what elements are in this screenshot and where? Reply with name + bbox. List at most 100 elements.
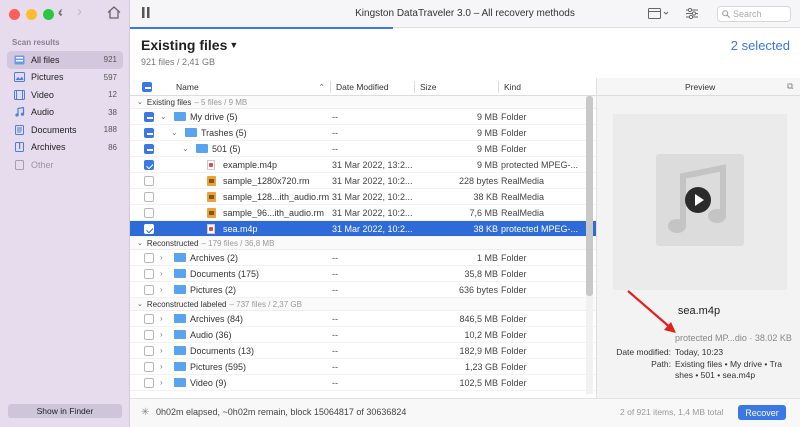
row-checkbox[interactable] <box>144 176 154 186</box>
date-modified: 31 Mar 2022, 10:2... <box>332 176 412 186</box>
group-header[interactable]: ⌄ Reconstructed labeled – 737 files / 2,37… <box>130 298 596 311</box>
sidebar-item-audio[interactable]: Audio 38 <box>7 104 123 122</box>
row-checkbox[interactable] <box>144 160 154 170</box>
path-value-line1: Existing files • My drive • Tra <box>675 359 783 369</box>
chevron-down-icon[interactable]: ⌄ <box>137 239 143 247</box>
row-checkbox[interactable] <box>144 144 154 154</box>
table-row[interactable]: ⌄ 501 (5) -- 9 MB Folder <box>130 141 596 157</box>
file-kind: protected MPEG-... <box>501 224 579 234</box>
status-bar: ✳ 0h02m elapsed, ~0h02m remain, block 15… <box>130 398 800 427</box>
home-icon[interactable] <box>107 6 121 22</box>
table-scrollbar-thumb[interactable] <box>586 96 593 296</box>
group-header[interactable]: ⌄ Existing files – 5 files / 9 MB <box>130 96 596 109</box>
sidebar-item-count: 86 <box>108 142 117 152</box>
row-checkbox[interactable] <box>144 330 154 340</box>
sidebar-item-all-files[interactable]: All files 921 <box>7 51 123 69</box>
window-title: Kingston DataTraveler 3.0 – All recovery… <box>355 8 575 19</box>
minimize-window-button[interactable] <box>26 9 37 20</box>
sidebar-item-video[interactable]: Video 12 <box>7 86 123 104</box>
table-row[interactable]: › Audio (36) -- 10,2 MB Folder <box>130 327 596 343</box>
row-checkbox[interactable] <box>144 112 154 122</box>
table-row[interactable]: example.m4p 31 Mar 2022, 13:2... 9 MB prote… <box>130 157 596 173</box>
table-row[interactable]: › Pictures (2) -- 636 bytes Folder <box>130 282 596 298</box>
row-checkbox[interactable] <box>144 346 154 356</box>
table-row[interactable]: ⌄ Trashes (5) -- 9 MB Folder <box>130 125 596 141</box>
table-row[interactable]: › Pictures (595) -- 1,23 GB Folder <box>130 359 596 375</box>
view-toggle-icon[interactable] <box>648 8 670 22</box>
row-checkbox[interactable] <box>144 224 154 234</box>
search-input[interactable] <box>733 9 783 19</box>
file-kind: Folder <box>501 253 527 263</box>
row-checkbox[interactable] <box>144 192 154 202</box>
row-checkbox[interactable] <box>144 269 154 279</box>
sidebar-item-label: Audio <box>31 107 55 118</box>
chevron-down-icon[interactable]: ⌄ <box>137 98 143 106</box>
sidebar-item-count: 921 <box>103 55 117 65</box>
search-box[interactable] <box>717 6 791 22</box>
row-checkbox[interactable] <box>144 362 154 372</box>
chevron-right-icon[interactable]: › <box>160 314 163 323</box>
chevron-down-icon[interactable]: ⌄ <box>160 112 167 121</box>
copy-icon[interactable]: ⧉ <box>787 81 793 92</box>
sidebar-item-pictures[interactable]: Pictures 597 <box>7 69 123 87</box>
chevron-right-icon[interactable]: › <box>160 330 163 339</box>
forward-icon[interactable]: › <box>77 4 82 19</box>
play-icon[interactable] <box>684 186 712 214</box>
chevron-right-icon[interactable]: › <box>160 285 163 294</box>
group-header[interactable]: ⌄ Reconstructed – 179 files / 36,8 MB <box>130 237 596 250</box>
pause-icon[interactable] <box>142 7 150 21</box>
back-icon[interactable]: ‹ <box>58 4 63 19</box>
row-checkbox[interactable] <box>144 128 154 138</box>
sidebar-item-label: Pictures <box>31 72 64 83</box>
row-checkbox[interactable] <box>144 253 154 263</box>
table-row[interactable]: sample_128...ith_audio.rm 31 Mar 2022, 10… <box>130 189 596 205</box>
table-row[interactable]: › Archives (2) -- 1 MB Folder <box>130 250 596 266</box>
sidebar-item-documents[interactable]: Documents 188 <box>7 121 123 139</box>
column-kind[interactable]: Kind <box>504 82 521 92</box>
row-checkbox[interactable] <box>144 208 154 218</box>
date-modified: -- <box>332 285 338 295</box>
table-row[interactable]: sample_96...ith_audio.rm 31 Mar 2022, 10:… <box>130 205 596 221</box>
column-size[interactable]: Size <box>420 82 437 92</box>
row-checkbox[interactable] <box>144 285 154 295</box>
sidebar-item-other[interactable]: Other <box>7 156 123 174</box>
sort-ascending-icon[interactable]: ⌃ <box>318 82 325 93</box>
file-size: 7,6 MB <box>469 208 498 218</box>
preview-panel: Preview ⧉ sea.m4p protected MP...dio · 3… <box>596 78 800 398</box>
row-checkbox[interactable] <box>144 314 154 324</box>
column-date-modified[interactable]: Date Modified <box>336 82 388 92</box>
chevron-right-icon[interactable]: › <box>160 362 163 371</box>
file-size: 1,23 GB <box>464 362 498 372</box>
file-name: Pictures (2) <box>190 285 237 295</box>
table-row[interactable]: › Video (9) -- 102,5 MB Folder <box>130 375 596 391</box>
zoom-window-button[interactable] <box>43 9 54 20</box>
file-kind: Folder <box>501 128 527 138</box>
chevron-right-icon[interactable]: › <box>160 269 163 278</box>
recover-button[interactable]: Recover <box>738 405 786 420</box>
column-name[interactable]: Name <box>176 82 199 92</box>
title-bar: ‹ Kingston DataTraveler 3.0 – All recove… <box>58 0 800 28</box>
video-file-icon <box>207 208 219 218</box>
settings-sliders-icon[interactable] <box>686 7 698 22</box>
row-checkbox[interactable] <box>144 378 154 388</box>
table-row[interactable]: › Documents (175) -- 35,8 MB Folder <box>130 266 596 282</box>
table-row[interactable]: sample_1280x720.rm 31 Mar 2022, 10:2... 22… <box>130 173 596 189</box>
close-window-button[interactable] <box>9 9 20 20</box>
chevron-right-icon[interactable]: › <box>160 253 163 262</box>
chevron-down-icon[interactable]: ⌄ <box>137 300 143 308</box>
page-title[interactable]: Existing files ▼ <box>141 37 238 53</box>
table-row[interactable]: sea.m4p 31 Mar 2022, 10:2... 38 KB protecte… <box>130 221 596 237</box>
table-row[interactable]: ⌄ My drive (5) -- 9 MB Folder <box>130 109 596 125</box>
chevron-right-icon[interactable]: › <box>160 346 163 355</box>
table-row[interactable]: › Documents (13) -- 182,9 MB Folder <box>130 343 596 359</box>
date-modified: -- <box>332 144 338 154</box>
file-kind: RealMedia <box>501 176 545 186</box>
select-all-checkbox[interactable] <box>142 82 152 92</box>
chevron-down-icon[interactable]: ⌄ <box>182 144 189 153</box>
chevron-down-icon[interactable]: ⌄ <box>171 128 178 137</box>
show-in-finder-button[interactable]: Show in Finder <box>8 404 122 418</box>
table-row[interactable]: › Archives (84) -- 846,5 MB Folder <box>130 311 596 327</box>
sidebar-item-archives[interactable]: Archives 86 <box>7 139 123 157</box>
chevron-right-icon[interactable]: › <box>160 378 163 387</box>
file-name: Archives (84) <box>190 314 244 324</box>
